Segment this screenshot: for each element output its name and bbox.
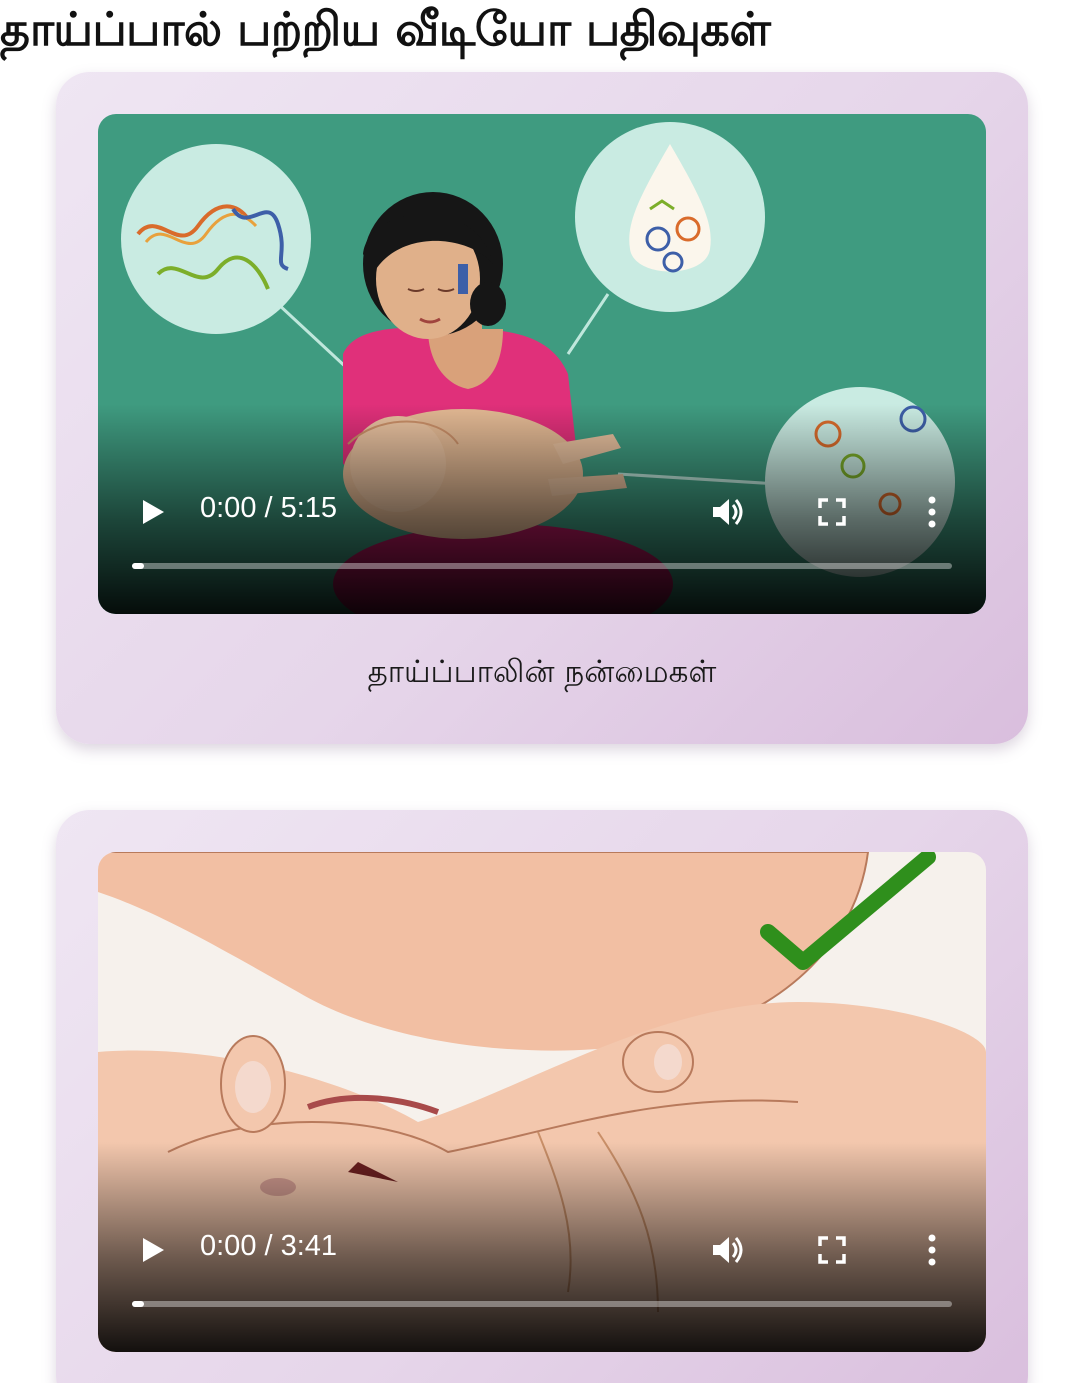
progress-fill	[132, 1301, 144, 1307]
play-icon	[143, 1238, 164, 1262]
play-button[interactable]	[134, 1232, 170, 1268]
more-vertical-icon	[928, 1234, 936, 1266]
more-options-button[interactable]	[920, 492, 944, 532]
video-player-2[interactable]: 0:00 / 3:41	[98, 852, 986, 1352]
fullscreen-icon	[818, 498, 846, 526]
play-icon	[143, 500, 164, 524]
video-time: 0:00 / 5:15	[200, 492, 338, 524]
play-button[interactable]	[134, 494, 170, 530]
fullscreen-button[interactable]	[814, 494, 850, 530]
volume-icon	[713, 1237, 743, 1263]
progress-bar[interactable]	[132, 563, 952, 569]
fullscreen-button[interactable]	[814, 1232, 850, 1268]
fullscreen-icon	[818, 1236, 846, 1264]
volume-button[interactable]	[708, 1230, 748, 1270]
video-player-1[interactable]: 0:00 / 5:15	[98, 114, 986, 614]
more-options-button[interactable]	[920, 1230, 944, 1270]
volume-button[interactable]	[708, 492, 748, 532]
video-time: 0:00 / 3:41	[200, 1230, 338, 1262]
progress-bar[interactable]	[132, 1301, 952, 1307]
page-title: தாய்ப்பால் பற்றிய வீடியோ பதிவுகள்	[0, 2, 771, 56]
more-vertical-icon	[928, 496, 936, 528]
progress-fill	[132, 563, 144, 569]
video-caption: தாய்ப்பாலின் நன்மைகள்	[367, 654, 717, 690]
video-card-1: 0:00 / 5:15 தாய்ப்பாலின் நன்மைகள்	[56, 72, 1028, 744]
page: தாய்ப்பால் பற்றிய வீடியோ பதிவுகள் 0:00 /…	[0, 0, 1080, 1383]
video-card-2: 0:00 / 3:41	[56, 810, 1028, 1383]
volume-icon	[713, 499, 743, 525]
